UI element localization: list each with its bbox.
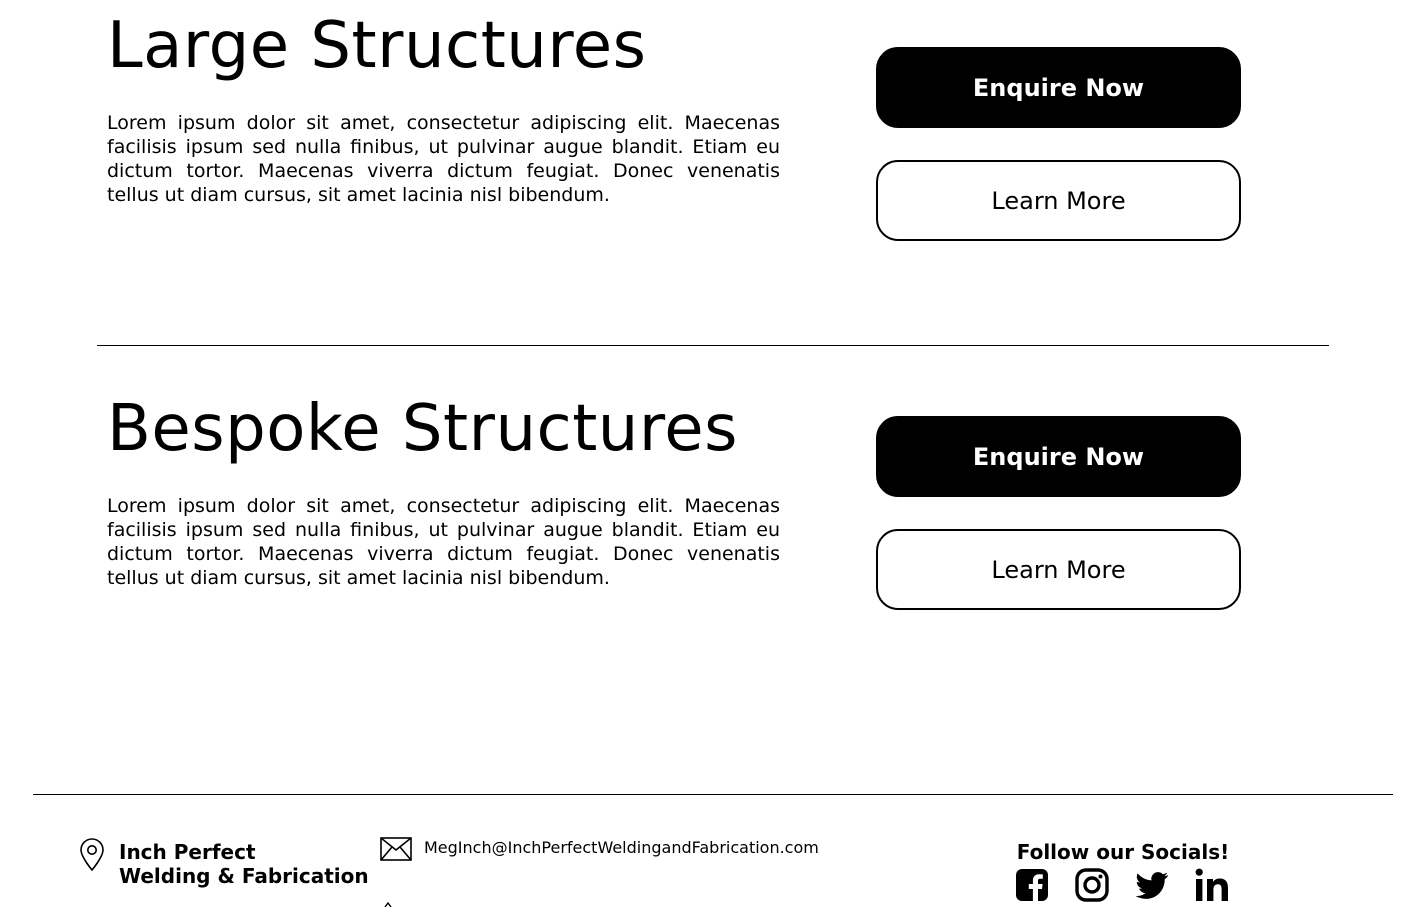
section-description-bespoke-structures: Lorem ipsum dolor sit amet, consectetur … xyxy=(107,495,780,589)
instagram-icon[interactable] xyxy=(1075,868,1109,902)
twitter-icon[interactable] xyxy=(1135,868,1169,902)
section-description-large-structures: Lorem ipsum dolor sit amet, consectetur … xyxy=(107,112,780,206)
footer-email-link[interactable]: MegInch@InchPerfectWeldingandFabrication… xyxy=(424,838,819,858)
section-divider xyxy=(97,345,1329,346)
footer-divider xyxy=(33,794,1393,795)
brand-line-1: Inch Perfect xyxy=(119,840,256,864)
phone-icon xyxy=(384,902,392,907)
section-title-bespoke-structures: Bespoke Structures xyxy=(107,392,738,466)
learn-more-button-large-structures[interactable]: Learn More xyxy=(876,160,1241,241)
map-pin-icon xyxy=(80,838,104,872)
envelope-icon xyxy=(380,837,412,861)
page: Large Structures Lorem ipsum dolor sit a… xyxy=(0,0,1419,907)
enquire-now-button-bespoke-structures[interactable]: Enquire Now xyxy=(876,416,1241,497)
socials-heading: Follow our Socials! xyxy=(1016,840,1230,864)
footer-brand: Inch Perfect Welding & Fabrication xyxy=(119,840,369,888)
brand-line-2: Welding & Fabrication xyxy=(119,864,369,888)
section-title-large-structures: Large Structures xyxy=(107,9,647,83)
enquire-now-button-large-structures[interactable]: Enquire Now xyxy=(876,47,1241,128)
linkedin-icon[interactable] xyxy=(1195,868,1229,902)
facebook-icon[interactable] xyxy=(1015,868,1049,902)
learn-more-button-bespoke-structures[interactable]: Learn More xyxy=(876,529,1241,610)
